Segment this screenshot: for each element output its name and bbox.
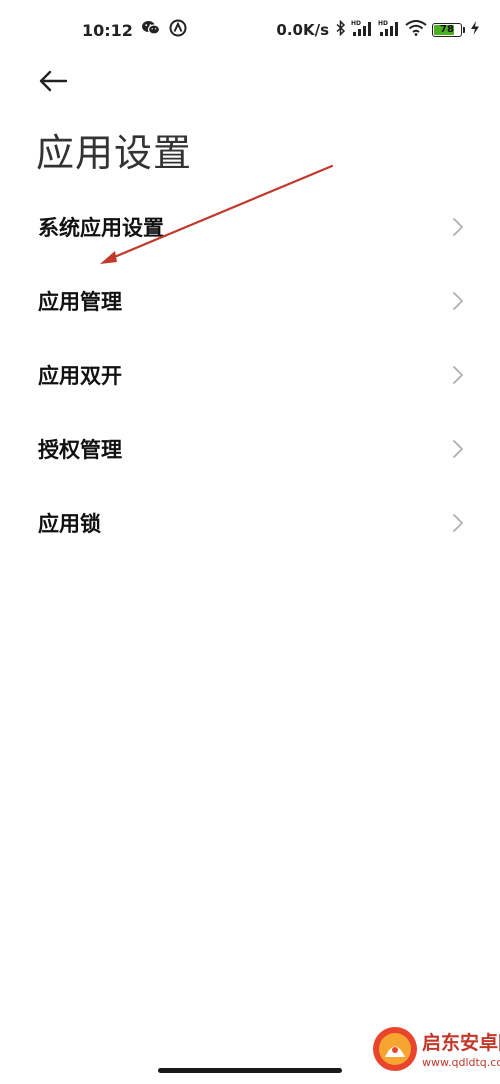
item-label: 应用锁 xyxy=(38,512,101,536)
list-item-dual-apps[interactable]: 应用双开 xyxy=(0,338,500,412)
battery-cap xyxy=(463,27,465,33)
settings-list: 系统应用设置 应用管理 应用双开 授权管理 应用锁 xyxy=(0,190,500,560)
watermark-name: 启东安卓网 xyxy=(422,1032,500,1054)
list-item-system-app-settings[interactable]: 系统应用设置 xyxy=(0,190,500,264)
signal-app-icon xyxy=(169,19,187,41)
watermark: 启东安卓网 www.qdldtq.com xyxy=(370,1022,500,1076)
chevron-right-icon xyxy=(453,440,463,458)
chevron-right-icon xyxy=(453,218,463,236)
battery-icon: 78 xyxy=(432,23,462,37)
watermark-url: www.qdldtq.com xyxy=(422,1056,500,1069)
status-left: 10:12 xyxy=(82,19,187,41)
list-item-app-lock[interactable]: 应用锁 xyxy=(0,486,500,560)
item-label: 授权管理 xyxy=(38,438,122,462)
item-label: 应用管理 xyxy=(38,290,122,314)
chevron-right-icon xyxy=(453,514,463,532)
net-speed: 0.0K/s xyxy=(276,21,329,39)
chevron-right-icon xyxy=(453,292,463,310)
hd-signal-icon: HD xyxy=(351,19,373,41)
back-button[interactable] xyxy=(36,64,70,98)
status-right: 0.0K/s HD HD 78 xyxy=(276,19,480,41)
chevron-right-icon xyxy=(453,366,463,384)
item-label: 系统应用设置 xyxy=(38,216,164,240)
list-item-permission-management[interactable]: 授权管理 xyxy=(0,412,500,486)
watermark-logo-icon xyxy=(373,1027,417,1071)
charging-icon xyxy=(470,20,480,40)
item-label: 应用双开 xyxy=(38,364,122,388)
wechat-icon xyxy=(141,20,161,40)
page-title: 应用设置 xyxy=(36,131,193,175)
battery-level-text: 78 xyxy=(440,24,454,35)
svg-text:HD: HD xyxy=(351,20,361,27)
status-bar: 10:12 0.0K/s HD HD 78 xyxy=(0,0,500,60)
bluetooth-icon xyxy=(336,19,346,40)
home-indicator[interactable] xyxy=(158,1068,342,1073)
svg-text:HD: HD xyxy=(378,20,388,27)
hd-signal-icon: HD xyxy=(378,19,400,41)
arrow-left-icon xyxy=(39,70,68,92)
status-time: 10:12 xyxy=(82,20,133,40)
wifi-icon xyxy=(405,20,427,40)
list-item-app-management[interactable]: 应用管理 xyxy=(0,264,500,338)
